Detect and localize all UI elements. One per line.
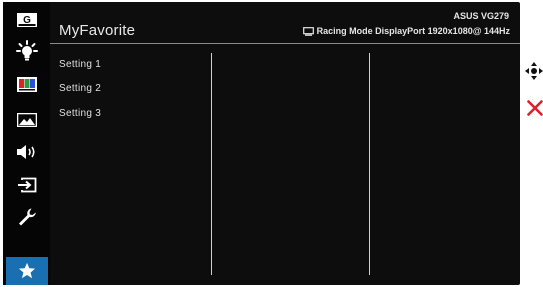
color-bars-icon bbox=[16, 76, 37, 92]
column-divider-2 bbox=[369, 53, 370, 275]
input-icon bbox=[17, 177, 36, 193]
status-text: Racing Mode DisplayPort 1920x1080@ 144Hz bbox=[316, 26, 510, 36]
sidebar-item-system-setup[interactable] bbox=[7, 205, 46, 229]
close-icon bbox=[526, 99, 543, 116]
sidebar-item-input-select[interactable] bbox=[7, 173, 46, 197]
setting-3[interactable]: Setting 3 bbox=[59, 108, 101, 119]
osd-menu: G MyFavorite ASUS VG279 Racing Mode Disp… bbox=[3, 2, 520, 285]
speaker-icon bbox=[16, 145, 35, 159]
page-title: MyFavorite bbox=[59, 22, 136, 39]
setting-2[interactable]: Setting 2 bbox=[59, 83, 101, 94]
sidebar-item-image[interactable] bbox=[7, 108, 46, 132]
column-divider-1 bbox=[211, 53, 212, 275]
sidebar-item-gameplus[interactable]: G bbox=[7, 8, 46, 32]
five-way-nav-icon bbox=[525, 62, 543, 80]
svg-text:G: G bbox=[23, 15, 31, 26]
sidebar-item-myfavorite[interactable] bbox=[6, 257, 48, 285]
model-name: ASUS VG279 bbox=[453, 11, 509, 21]
setting-1[interactable]: Setting 1 bbox=[59, 59, 101, 70]
exit-control[interactable] bbox=[526, 99, 543, 116]
gameplus-icon: G bbox=[16, 13, 37, 27]
image-icon bbox=[16, 113, 37, 127]
brightness-icon bbox=[15, 40, 38, 61]
header-divider bbox=[50, 43, 520, 44]
sidebar-item-color[interactable] bbox=[7, 72, 46, 96]
sidebar: G bbox=[3, 2, 50, 285]
sidebar-item-splendid[interactable] bbox=[7, 39, 46, 63]
star-icon bbox=[18, 262, 36, 279]
wrench-icon bbox=[18, 208, 36, 226]
navigate-control[interactable] bbox=[525, 62, 543, 80]
monitor-icon bbox=[302, 26, 314, 36]
sidebar-item-sound[interactable] bbox=[7, 140, 46, 164]
status-line: Racing Mode DisplayPort 1920x1080@ 144Hz bbox=[302, 26, 510, 36]
